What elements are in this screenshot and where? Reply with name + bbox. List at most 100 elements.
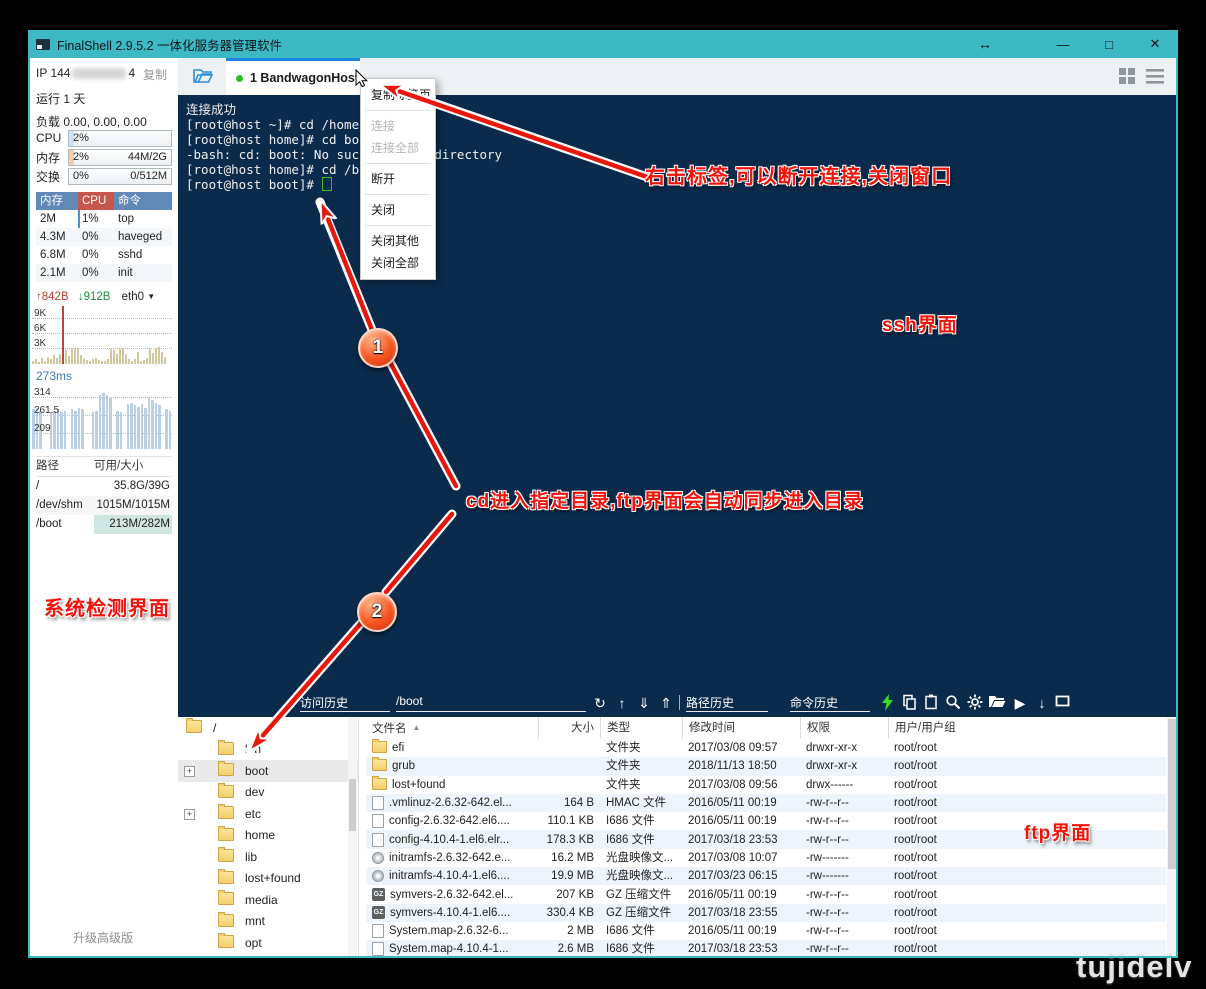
file-table-header-cell[interactable]: 类型 [600, 717, 682, 739]
copy-ip-button[interactable]: 复制 [143, 66, 167, 83]
tree-item[interactable]: bin [178, 739, 358, 761]
tree-item-label: opt [245, 936, 262, 950]
tree-item[interactable]: opt [178, 932, 358, 954]
file-row[interactable]: efi文件夹2017/03/08 09:57drwxr-xr-xroot/roo… [366, 739, 1166, 757]
menu-item[interactable]: 关闭全部 [361, 252, 435, 274]
refresh-icon[interactable]: ↻ [591, 694, 609, 712]
ping-current: 273ms [36, 369, 72, 383]
tree-item[interactable]: + boot [178, 760, 358, 782]
table-scrollbar-thumb[interactable] [1168, 719, 1176, 869]
file-size: 110.1 KB [538, 812, 600, 830]
file-name: grub [392, 757, 415, 775]
folder-icon [186, 720, 202, 733]
tree-item[interactable]: +etc [178, 803, 358, 825]
ping-tick-209: 209 [34, 423, 51, 434]
disk-row[interactable]: /dev/shm1015M/1015M [36, 496, 172, 515]
play-icon[interactable]: ▶ [1011, 694, 1029, 712]
access-history-field[interactable]: 访问历史 [300, 694, 390, 712]
process-header-cell[interactable]: 命令 [114, 192, 172, 210]
lightning-icon[interactable] [878, 694, 896, 712]
process-table-header: 内存CPU命令 [36, 192, 172, 210]
sort-ascending-icon: ▲ [413, 723, 421, 732]
disk-row[interactable]: /boot213M/282M [36, 515, 172, 534]
tab-bar: 1 BandwagonHost [178, 58, 1178, 95]
close-button[interactable]: ✕ [1132, 36, 1178, 52]
tree-expander-icon[interactable]: + [184, 766, 195, 777]
file-row[interactable]: grub文件夹2018/11/13 18:50drwxr-xr-xroot/ro… [366, 757, 1166, 775]
layout-grid-icon[interactable] [1119, 68, 1136, 90]
path-input[interactable]: /boot [396, 694, 586, 712]
command-history-field[interactable]: 命令历史 [790, 694, 870, 712]
tree-item[interactable]: / [178, 717, 358, 739]
file-mtime: 2016/05/11 00:19 [682, 922, 800, 940]
copy-icon[interactable] [900, 694, 918, 712]
download-icon[interactable]: ⇓ [635, 694, 653, 712]
file-type: 光盘映像文... [600, 867, 682, 885]
upgrade-link[interactable]: 升级高级版 [28, 929, 178, 946]
file-table-header-cell[interactable]: 文件名▲ [366, 717, 538, 739]
chevron-down-icon: ▼ [147, 292, 155, 301]
menu-item[interactable]: 关闭 [361, 199, 435, 221]
window-icon[interactable] [1053, 694, 1071, 712]
file-table-header-cell[interactable]: 权限 [800, 717, 888, 739]
menu-item[interactable]: 关闭其他 [361, 230, 435, 252]
menu-item: 连接全部 [361, 137, 435, 159]
file-table-header-cell[interactable]: 用户/用户组 [888, 717, 1166, 739]
file-size: 330.4 KB [538, 904, 600, 922]
file-table-header-cell[interactable]: 修改时间 [682, 717, 800, 739]
process-header-cell[interactable]: 内存 [36, 192, 78, 210]
minimize-button[interactable]: — [1040, 37, 1086, 52]
file-table-header-cell[interactable]: 大小 [538, 717, 600, 739]
process-row[interactable]: 6.8M0%sshd [36, 246, 172, 264]
process-row[interactable]: 2M1%top [36, 210, 172, 228]
file-row[interactable]: initramfs-2.6.32-642.e...16.2 MB光盘映像文...… [366, 849, 1166, 867]
annotation-ftp-label: ftp界面 [1024, 818, 1091, 845]
file-name: symvers-4.10.4-1.el6.... [390, 904, 510, 922]
file-size: 207 KB [538, 885, 600, 903]
file-row[interactable]: GZsymvers-2.6.32-642.el...207 KBGZ 压缩文件2… [366, 885, 1166, 903]
interface-selector[interactable]: eth0 ▼ [122, 291, 156, 303]
search-icon[interactable] [944, 694, 962, 712]
file-row[interactable]: System.map-2.6.32-6...2 MBI686 文件2016/05… [366, 922, 1166, 940]
paste-icon[interactable] [922, 694, 940, 712]
path-history-field[interactable]: 路径历史 [686, 694, 768, 712]
process-row[interactable]: 4.3M0%haveged [36, 228, 172, 246]
tab-bandwagonhost[interactable]: 1 BandwagonHost [226, 58, 360, 95]
down-arrow-icon[interactable]: ↓ [1033, 694, 1051, 712]
disk-row[interactable]: /35.8G/39G [36, 477, 172, 496]
upload-icon[interactable]: ⇑ [657, 694, 675, 712]
tree-item[interactable]: lost+found [178, 868, 358, 890]
process-row[interactable]: 2.1M0%init [36, 264, 172, 282]
maximize-button[interactable]: □ [1086, 37, 1132, 52]
tree-item[interactable]: home [178, 825, 358, 847]
ftp-toolbar: 访问历史 /boot ↻ ↑ ⇓ ⇑ 路径历史 命令历史 [178, 691, 1178, 717]
menu-item[interactable]: 断开 [361, 168, 435, 190]
file-size: 16.2 MB [538, 849, 600, 867]
process-header-cell[interactable]: CPU [78, 192, 114, 210]
file-owner: root/root [888, 867, 1166, 885]
file-row[interactable]: lost+found文件夹2017/03/08 09:56drwx------r… [366, 776, 1166, 794]
file-icon [372, 814, 384, 828]
file-mtime: 2017/03/23 06:15 [682, 867, 800, 885]
menu-item[interactable]: 复制标签页 [361, 84, 435, 106]
tree-item[interactable]: dev [178, 782, 358, 804]
gear-icon[interactable] [966, 694, 984, 712]
tree-item[interactable]: lib [178, 846, 358, 868]
tree-item[interactable]: media [178, 889, 358, 911]
file-row[interactable]: initramfs-4.10.4-1.el6....19.9 MB光盘映像文..… [366, 867, 1166, 885]
tree-scrollbar[interactable] [348, 717, 357, 958]
open-folder-icon[interactable] [988, 694, 1006, 712]
tree-expander-icon[interactable]: + [184, 809, 195, 820]
tree-scrollbar-thumb[interactable] [349, 779, 356, 831]
resize-icon[interactable]: ↔ [978, 36, 992, 52]
open-connection-icon[interactable] [192, 66, 214, 90]
tree-item[interactable]: mnt [178, 911, 358, 933]
menu-icon[interactable] [1146, 68, 1164, 90]
up-directory-icon[interactable]: ↑ [613, 694, 631, 712]
file-row[interactable]: .vmlinuz-2.6.32-642.el...164 BHMAC 文件201… [366, 794, 1166, 812]
file-type: 文件夹 [600, 739, 682, 757]
tree-item-label: boot [245, 764, 268, 778]
window-title: FinalShell 2.9.5.2 一体化服务器管理软件 [57, 35, 978, 54]
mem-percent: 2% [73, 151, 89, 163]
file-row[interactable]: GZsymvers-4.10.4-1.el6....330.4 KBGZ 压缩文… [366, 904, 1166, 922]
